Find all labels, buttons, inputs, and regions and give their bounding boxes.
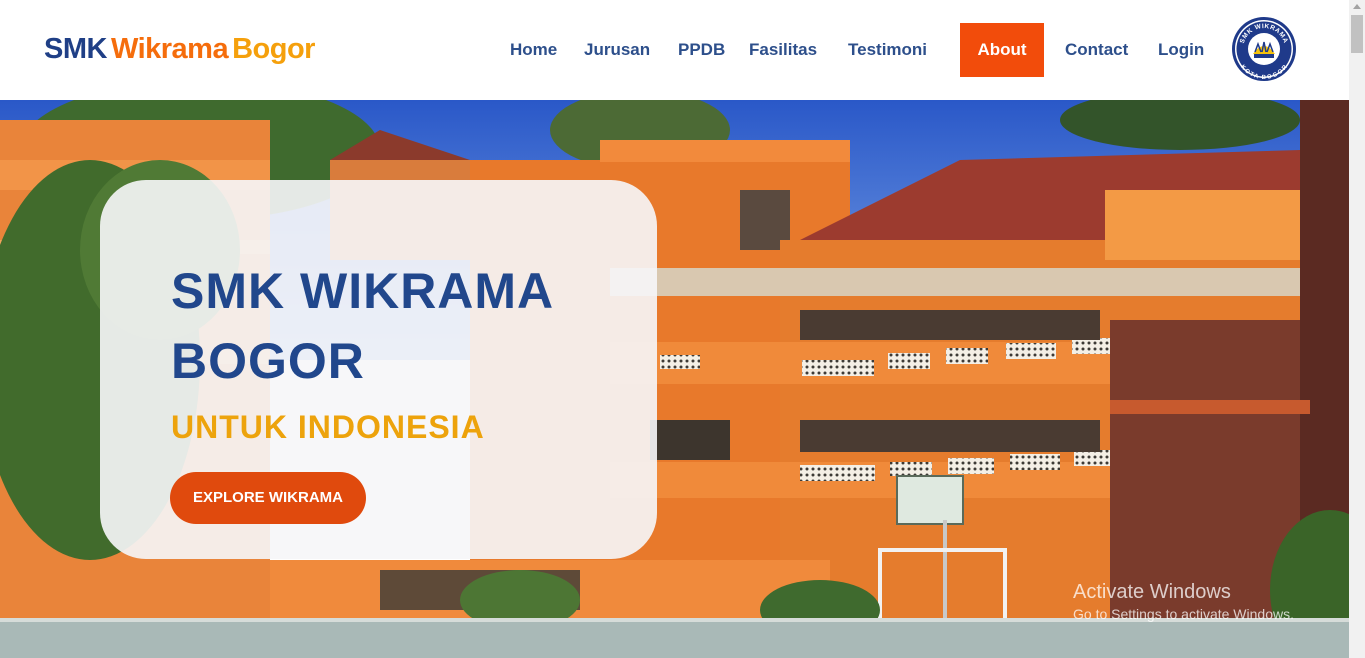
vertical-scrollbar[interactable] [1349,0,1365,658]
nav-fasilitas-link[interactable]: Fasilitas [749,40,817,60]
nav-contact-link[interactable]: Contact [1065,40,1128,60]
nav-testimoni-link[interactable]: Testimoni [848,40,927,60]
brand-part-wikrama: Wikrama [110,33,229,65]
watermark-line2: Go to Settings to activate Windows. [1073,606,1294,622]
nav-about[interactable]: About [960,23,1044,77]
nav-login-link[interactable]: Login [1158,40,1204,60]
nav-about-link[interactable]: About [960,23,1044,77]
brand-part-smk: SMK [44,33,107,65]
nav-jurusan[interactable]: Jurusan [584,23,650,77]
watermark-line1: Activate Windows [1073,581,1231,603]
nav-login[interactable]: Login [1158,23,1204,77]
scrollbar-thumb[interactable] [1351,15,1363,53]
nav-jurusan-link[interactable]: Jurusan [584,40,650,60]
explore-wikrama-button[interactable]: EXPLORE WIKRAMA [170,472,366,524]
brand-logo-text[interactable]: SMK Wikrama Bogor [44,33,315,66]
nav-testimoni[interactable]: Testimoni [848,23,927,77]
hero-section: SMK WIKRAMA BOGOR UNTUK INDONESIA EXPLOR… [0,100,1349,658]
nav-home-link[interactable]: Home [510,40,557,60]
top-navbar: SMK Wikrama Bogor Home Jurusan PPDB Fasili… [0,0,1349,100]
nav-ppdb-link[interactable]: PPDB [678,40,725,60]
hero-title-line1: SMK WIKRAMA [171,263,555,319]
activate-windows-watermark: Activate Windows Go to Settings to activ… [1073,581,1294,622]
hero-title-line2: BOGOR [171,333,365,389]
nav-ppdb[interactable]: PPDB [678,23,725,77]
school-seal-icon[interactable]: SMK WIKRAMA KOTA BOGOR [1231,16,1297,82]
hero-subtitle: UNTUK INDONESIA [171,409,485,445]
nav-fasilitas[interactable]: Fasilitas [749,23,817,77]
hero-card: SMK WIKRAMA BOGOR UNTUK INDONESIA EXPLOR… [100,180,657,559]
nav-contact[interactable]: Contact [1065,23,1128,77]
scroll-up-arrow-icon[interactable] [1353,4,1361,9]
nav-home[interactable]: Home [510,23,557,77]
brand-part-bogor: Bogor [232,33,315,65]
